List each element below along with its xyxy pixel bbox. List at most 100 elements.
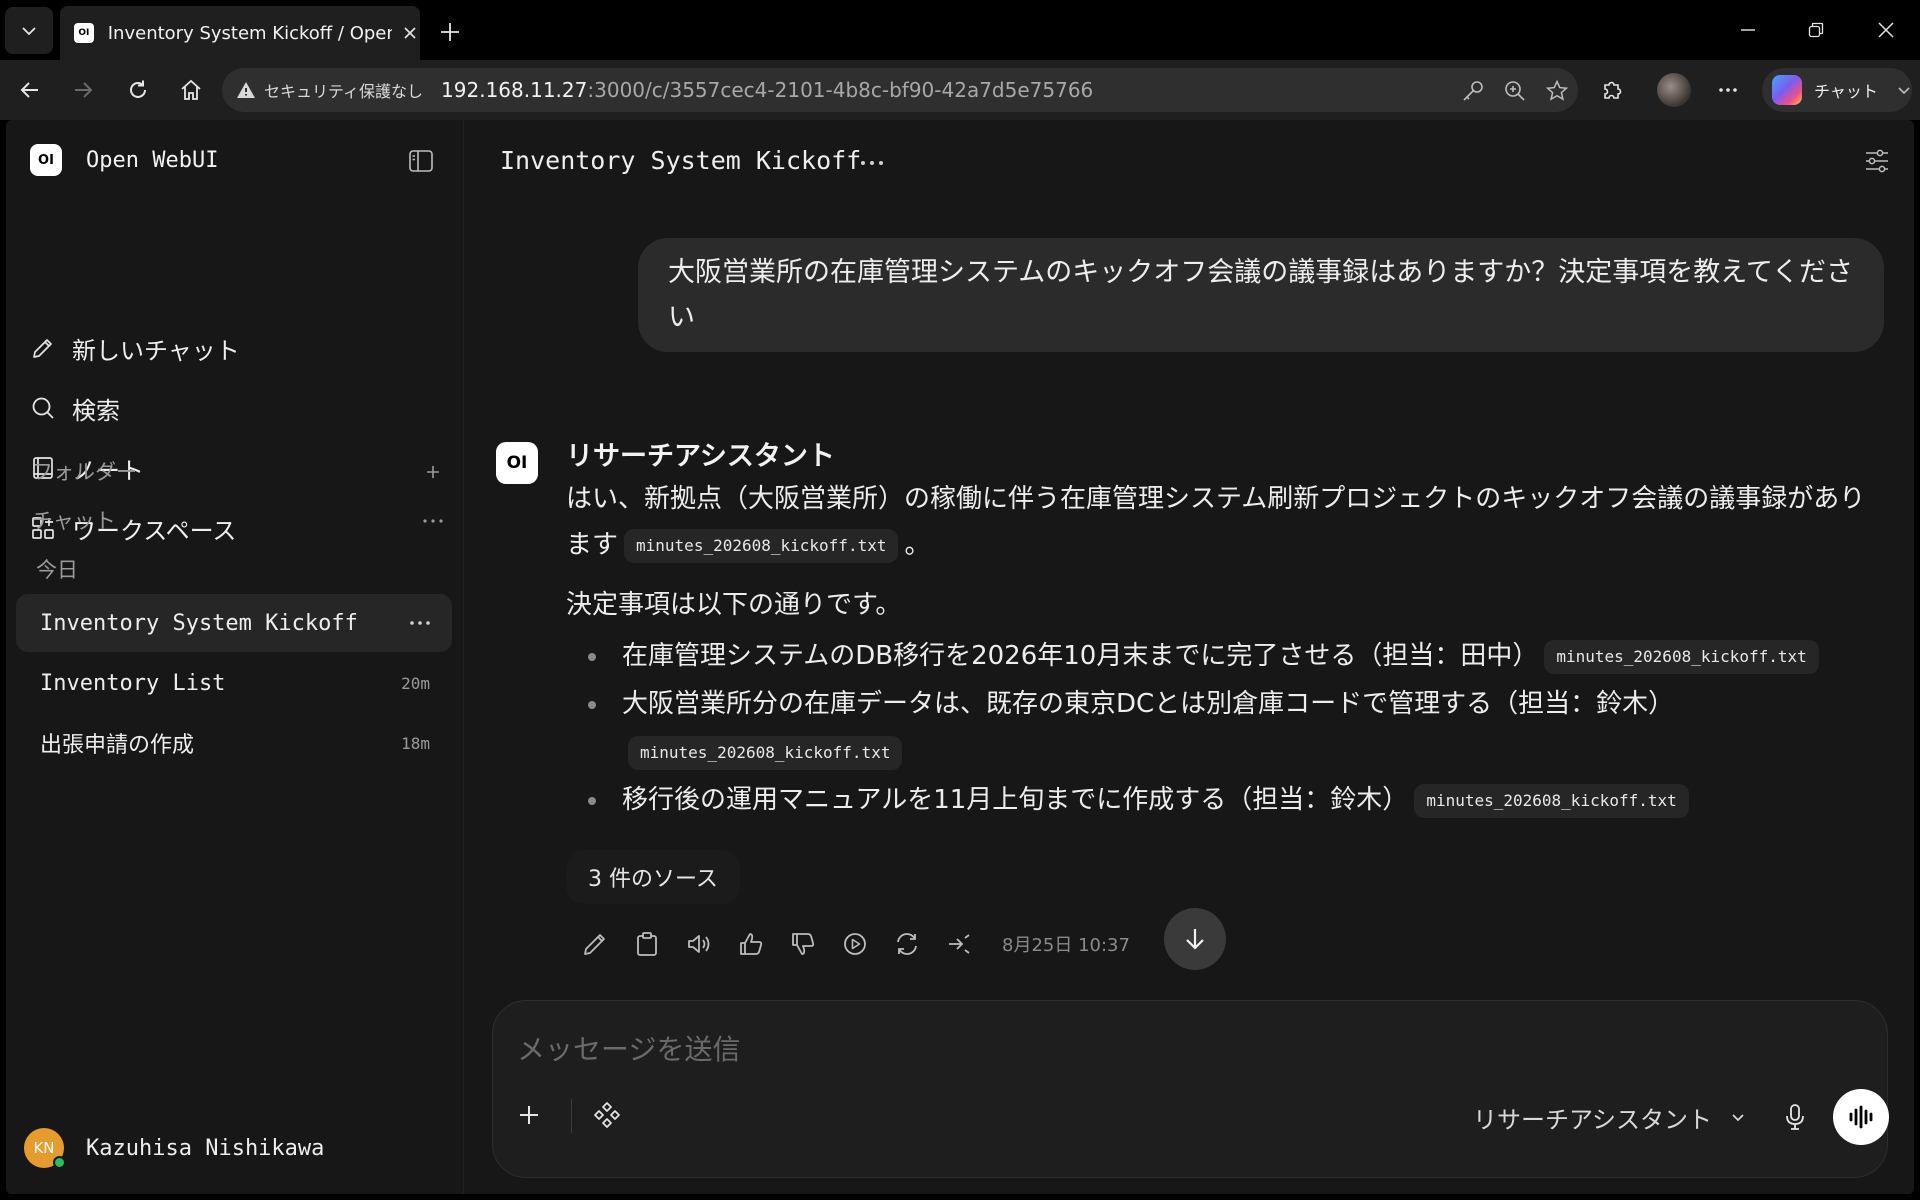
reload-icon <box>130 80 146 98</box>
model-selector[interactable]: リサーチアシスタント <box>1473 1097 1746 1137</box>
chat-item-title: Inventory List <box>40 670 226 696</box>
citation-chip[interactable]: minutes_202608_kickoff.txt <box>624 528 899 563</box>
model-label: リサーチアシスタント <box>1473 1105 1713 1134</box>
avatar: KN <box>24 1128 66 1169</box>
new-chat-label: 新しいチャット <box>72 336 240 365</box>
arrow-left-icon <box>20 82 38 98</box>
copilot-icon <box>1772 75 1802 105</box>
list-item: 大阪営業所分の在庫データは、既存の東京DCとは別倉庫コードで管理する（担当：鈴木… <box>566 680 1886 776</box>
browser-menu-button[interactable] <box>1710 72 1746 108</box>
integrations-button[interactable] <box>587 1095 627 1135</box>
citation-chip[interactable]: minutes_202608_kickoff.txt <box>1414 783 1689 818</box>
today-group-label: 今日 <box>36 558 78 582</box>
copy-button[interactable] <box>632 929 662 959</box>
decision-text: 大阪営業所分の在庫データは、既存の東京DCとは別倉庫コードで管理する（担当：鈴木… <box>622 689 1675 719</box>
chat-title[interactable]: Inventory System Kickoff <box>500 146 861 175</box>
read-aloud-button[interactable] <box>684 929 714 959</box>
chat-item-more-button[interactable] <box>402 608 438 638</box>
user-message: 大阪営業所の在庫管理システムのキックオフ会議の議事録はありますか？決定事項を教え… <box>638 238 1884 352</box>
scroll-to-bottom-button[interactable] <box>1164 908 1226 970</box>
assistant-name: リサーチアシスタント <box>566 441 835 472</box>
speaker-icon <box>688 935 710 953</box>
chats-more-button[interactable] <box>418 506 448 536</box>
reload-button[interactable] <box>120 72 156 108</box>
security-indicator[interactable]: セキュリティ保護なし <box>236 78 423 102</box>
voice-mode-button[interactable] <box>1833 1089 1889 1145</box>
chat-item-inventory-system-kickoff[interactable]: Inventory System Kickoff <box>16 594 452 652</box>
clipboard-icon <box>637 932 657 956</box>
chat-main: Inventory System Kickoff 大阪営業所の在庫管理システムの… <box>464 120 1914 1194</box>
browser-tab-active[interactable]: OI Inventory System Kickoff / Open WebUI <box>60 6 420 60</box>
tab-title: Inventory System Kickoff / Open WebUI <box>107 22 393 44</box>
new-chat-button[interactable]: 新しいチャット <box>30 324 450 372</box>
brand[interactable]: OI Open WebUI <box>30 144 218 176</box>
close-window-button[interactable] <box>1858 6 1914 54</box>
home-icon <box>181 79 201 100</box>
restore-icon <box>1808 22 1824 38</box>
refresh-icon <box>897 933 917 955</box>
brand-name: Open WebUI <box>86 147 219 173</box>
dictate-button[interactable] <box>1775 1097 1815 1137</box>
chat-item-age: 20m <box>401 673 430 693</box>
minimize-button[interactable] <box>1720 6 1776 54</box>
decisions-lead: 決定事項は以下の通りです。 <box>566 590 902 620</box>
chat-controls-button[interactable] <box>1860 144 1894 178</box>
share-button[interactable] <box>944 929 974 959</box>
copilot-chat-button[interactable]: チャット <box>1762 68 1912 112</box>
good-response-button[interactable] <box>736 929 766 959</box>
chat-menu-button[interactable] <box>854 148 890 178</box>
regenerate-button[interactable] <box>892 929 922 959</box>
tab-close-button[interactable] <box>400 23 420 43</box>
decision-text: 在庫管理システムのDB移行を2026年10月末までに完了させる（担当：田中） <box>622 641 1539 671</box>
url-text[interactable]: 192.168.11.27:3000/c/3557cec4-2101-4b8c-… <box>441 78 1093 102</box>
new-tab-button[interactable] <box>430 12 470 52</box>
search-button[interactable]: 検索 <box>30 384 450 432</box>
bad-response-button[interactable] <box>788 929 818 959</box>
attach-button[interactable] <box>509 1095 549 1135</box>
extensions-button[interactable] <box>1594 72 1630 108</box>
profile-button[interactable] <box>1656 72 1692 108</box>
chevron-down-icon <box>1898 87 1910 95</box>
address-bar[interactable]: セキュリティ保護なし 192.168.11.27:3000/c/3557cec4… <box>222 68 1578 112</box>
favorite-button[interactable] <box>1544 78 1570 104</box>
zoom-button[interactable] <box>1502 78 1528 104</box>
restore-button[interactable] <box>1788 6 1844 54</box>
assistant-avatar-icon: OI <box>496 442 538 484</box>
more-horizontal-icon <box>861 161 883 165</box>
minimize-icon <box>1741 29 1755 31</box>
citation-chip[interactable]: minutes_202608_kickoff.txt <box>1544 639 1819 674</box>
star-icon <box>1545 79 1569 101</box>
sources-button[interactable]: 3 件のソース <box>566 850 740 904</box>
chat-item-inventory-list[interactable]: Inventory List 20m <box>16 654 452 712</box>
share-arrow-icon <box>949 934 970 954</box>
chat-item-age: 18m <box>401 733 430 753</box>
message-input[interactable] <box>517 1021 1857 1077</box>
zoom-in-icon <box>1505 81 1525 101</box>
plus-icon <box>520 1106 538 1124</box>
add-folder-button[interactable] <box>418 457 448 487</box>
arrow-down-icon <box>1186 929 1204 950</box>
user-menu-button[interactable]: KN Kazuhisa Nishikawa <box>24 1128 324 1169</box>
edit-button[interactable] <box>580 929 610 959</box>
sidebar-toggle-button[interactable] <box>406 146 436 176</box>
microphone-icon <box>1786 1104 1804 1130</box>
forward-button[interactable] <box>65 72 101 108</box>
tab-list-button[interactable] <box>5 7 53 54</box>
profile-avatar <box>1657 73 1691 107</box>
security-label: セキュリティ保護なし <box>264 82 424 101</box>
back-button[interactable] <box>12 72 48 108</box>
password-key-button[interactable] <box>1460 78 1486 104</box>
message-timestamp: 8月25日 10:37 <box>1002 935 1130 956</box>
composer-divider <box>571 1099 572 1133</box>
decision-text: 移行後の運用マニュアルを11月上旬までに作成する（担当：鈴木） <box>622 785 1409 815</box>
list-item: 移行後の運用マニュアルを11月上旬までに作成する（担当：鈴木） minutes_2… <box>566 776 1886 824</box>
continue-response-button[interactable] <box>840 929 870 959</box>
chat-item-business-trip[interactable]: 出張申請の作成 18m <box>16 714 452 772</box>
chevron-down-icon <box>22 26 36 35</box>
more-horizontal-icon <box>410 621 430 625</box>
answer-intro: はい、新拠点（大阪営業所）の稼働に伴う在庫管理システム刷新プロジェクトのキックオ… <box>566 476 1886 568</box>
thumbs-up-icon <box>740 933 763 955</box>
citation-chip[interactable]: minutes_202608_kickoff.txt <box>628 735 903 770</box>
browser-toolbar: セキュリティ保護なし 192.168.11.27:3000/c/3557cec4… <box>0 60 1920 120</box>
home-button[interactable] <box>173 72 209 108</box>
